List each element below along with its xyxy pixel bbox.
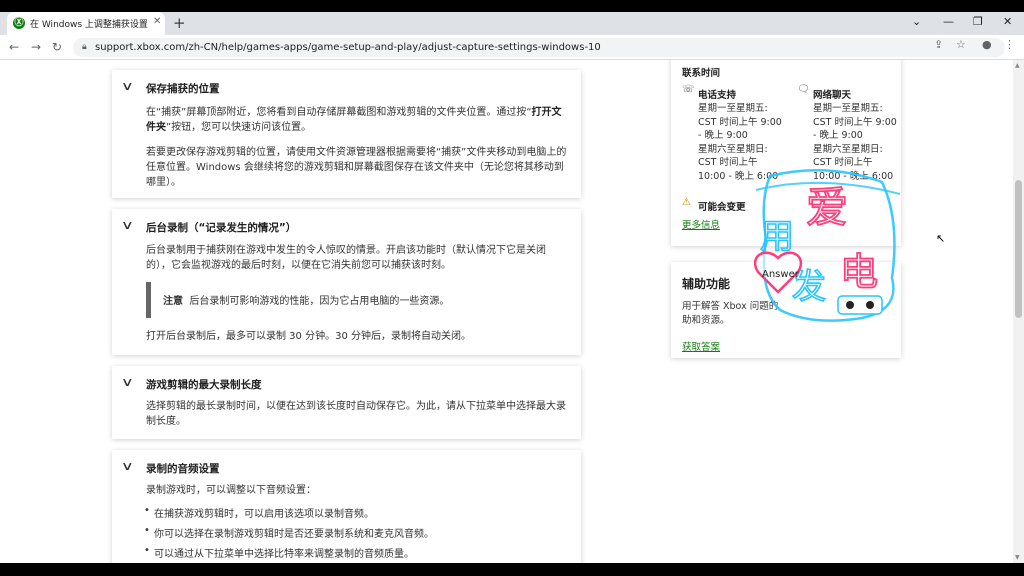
watermark-badge: Answer <box>762 269 800 280</box>
watermark-char: 电 <box>840 250 878 294</box>
close-window-icon[interactable]: ✕ <box>1003 15 1012 28</box>
accessibility-title: 辅助功能 <box>682 277 731 291</box>
share-icon[interactable]: ⇪ <box>934 38 943 51</box>
chevron-down-icon[interactable]: ∨ <box>121 375 134 389</box>
address-bar: ← → ↻ 🔒︎ support.xbox.com/zh-CN/help/gam… <box>0 35 1024 60</box>
bookmark-star-icon[interactable]: ☆ <box>956 38 966 51</box>
tab-strip: Ⓧ 在 Windows 上调整捕获设置 | X ✕ + ⌄ — ❐ ✕ <box>0 12 1024 35</box>
section-title[interactable]: 后台录制（“记录发生的情况”） <box>146 220 296 235</box>
phone-icon: ☏ <box>682 84 695 95</box>
warning-icon: ⚠ <box>682 197 691 208</box>
close-tab-icon[interactable]: ✕ <box>153 16 161 27</box>
section-title[interactable]: 录制的音频设置 <box>146 461 220 476</box>
tab-search-chevron-icon[interactable]: ⌄ <box>912 15 921 28</box>
get-answers-link[interactable]: 获取答案 <box>682 339 720 353</box>
reload-icon[interactable]: ↻ <box>52 40 62 54</box>
scrollbar-thumb[interactable] <box>1015 180 1022 318</box>
chat-bubble-icon: 🗨︎ <box>797 84 810 95</box>
forward-arrow-icon[interactable]: → <box>31 40 41 54</box>
section-paragraph: 打开后台录制后，最多可以录制 30 分钟。30 分钟后，录制将自动关闭。 <box>146 331 471 342</box>
new-tab-icon[interactable]: + <box>173 14 186 32</box>
omnibox[interactable]: 🔒︎ support.xbox.com/zh-CN/help/games-app… <box>73 38 1005 57</box>
section-save-location: ∨ 保存捕获的位置 在“捕获”屏幕顶部附近，您将看到自动存储屏幕截图和游戏剪辑的… <box>112 70 581 198</box>
browser-menu-icon[interactable]: ⋮ <box>1004 38 1015 51</box>
list-item: 在捕获游戏剪辑时，可以启用该选项以录制音频。 <box>144 505 374 520</box>
minimize-icon[interactable]: — <box>943 15 954 28</box>
list-item: 可以通过从下拉菜单中选择比特率来调整录制的音频质量。 <box>144 545 414 560</box>
subject-to-change: 可能会变更 <box>698 202 746 213</box>
section-paragraph: 选择剪辑的最长录制时间，以便在达到该长度时自动保存它。为此，请从下拉菜单中选择最… <box>146 401 566 427</box>
section-audio-settings: ∨ 录制的音频设置 录制游戏时，可以调整以下音频设置： 在捕获游戏剪辑时，可以启… <box>112 450 581 563</box>
chevron-down-icon[interactable]: ∨ <box>121 459 134 473</box>
chevron-down-icon[interactable]: ∨ <box>121 218 134 232</box>
note-callout: 注意 后台录制可影响游戏的性能，因为它占用电脑的一些资源。 <box>146 282 570 318</box>
web-chat-label: 网络聊天 <box>813 90 852 101</box>
note-text: 后台录制可影响游戏的性能，因为它占用电脑的一些资源。 <box>189 296 450 307</box>
watermark-char: 用 <box>760 217 794 257</box>
section-title[interactable]: 保存捕获的位置 <box>146 81 220 96</box>
restore-icon[interactable]: ❐ <box>973 15 983 28</box>
mouse-cursor-icon: ↖ <box>936 232 946 245</box>
watermark-char: 爱 <box>806 183 848 232</box>
phone-support-label: 电话支持 <box>698 90 737 101</box>
scroll-down-icon[interactable]: ▼ <box>1015 554 1020 561</box>
more-info-link[interactable]: 更多信息 <box>682 217 720 231</box>
accessibility-desc: 助和资源。 <box>682 315 730 326</box>
section-paragraph: 若要更改保存游戏剪辑的位置，请使用文件资源管理器根据需要将“捕获”文件夹移动到电… <box>146 147 567 188</box>
back-arrow-icon[interactable]: ← <box>9 40 19 54</box>
neon-watermark-logo: 用 爱 发 电 Answer <box>753 169 901 322</box>
profile-avatar-icon[interactable]: ● <box>982 38 992 51</box>
list-item: 你可以选择在录制游戏剪辑时是否还要录制系统和麦克风音频。 <box>144 525 434 540</box>
section-paragraph: 后台录制用于捕获刚在游戏中发生的令人惊叹的情景。开启该功能时（默认情况下它是关闭… <box>146 245 546 271</box>
scroll-up-icon[interactable]: ▲ <box>1015 62 1020 69</box>
browser-tab[interactable]: Ⓧ 在 Windows 上调整捕获设置 | X ✕ <box>7 12 165 35</box>
lock-icon[interactable]: 🔒︎ <box>82 42 87 52</box>
tab-title: 在 Windows 上调整捕获设置 | X <box>30 20 148 30</box>
game-controller-icon <box>837 295 883 315</box>
letterbox-bottom <box>0 563 1024 576</box>
chevron-down-icon[interactable]: ∨ <box>121 79 134 93</box>
contact-title: 联系时间 <box>682 68 721 79</box>
section-paragraph: 在“捕获”屏幕顶部附近，您将看到自动存储屏幕截图和游戏剪辑的文件夹位置。通过按“… <box>146 107 562 133</box>
section-max-recording-length: ∨ 游戏剪辑的最大录制长度 选择剪辑的最长录制时间，以便在达到该长度时自动保存它… <box>112 366 581 439</box>
vertical-scrollbar[interactable]: ▲ ▼ <box>1013 60 1024 563</box>
section-background-recording: ∨ 后台录制（“记录发生的情况”） 后台录制用于捕获刚在游戏中发生的令人惊叹的情… <box>112 209 581 355</box>
note-label: 注意 <box>163 296 183 307</box>
url-text[interactable]: support.xbox.com/zh-CN/help/games-apps/g… <box>95 42 601 53</box>
section-title[interactable]: 游戏剪辑的最大录制长度 <box>146 377 262 392</box>
xbox-favicon-icon: Ⓧ <box>13 17 25 29</box>
section-paragraph: 录制游戏时，可以调整以下音频设置： <box>146 485 316 496</box>
